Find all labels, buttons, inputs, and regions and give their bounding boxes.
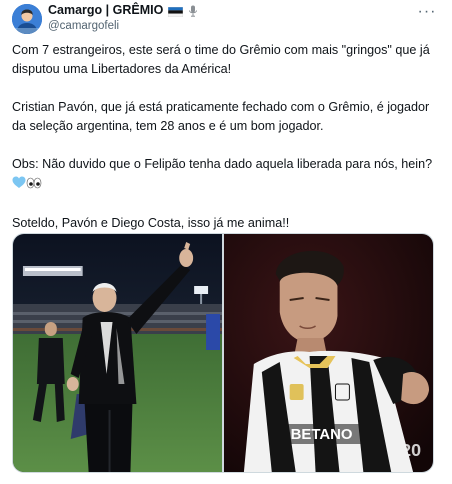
- tweet-text: Com 7 estrangeiros, este será o time do …: [12, 41, 440, 233]
- coach-photo[interactable]: [13, 234, 222, 472]
- avatar[interactable]: [12, 4, 42, 34]
- player-photo[interactable]: BETANO 20: [224, 234, 433, 472]
- tweet-card: Camargo | GRÊMIO @camargofeli ··· Com 7 …: [0, 0, 452, 484]
- tweet-header: Camargo | GRÊMIO @camargofeli: [48, 3, 412, 34]
- author-handle[interactable]: @camargofeli: [48, 19, 412, 34]
- jersey-sponsor-text: BETANO: [291, 426, 353, 443]
- tweet-paragraph-3: Obs: Não duvido que o Felipão tenha dado…: [12, 157, 433, 171]
- light-blue-heart-icon: [12, 176, 26, 195]
- eyes-icon: [26, 176, 42, 195]
- tweet-paragraph-3-wrap: Obs: Não duvido que o Felipão tenha dado…: [12, 155, 440, 195]
- flag-icon: [168, 6, 184, 17]
- tweet-paragraph-2: Cristian Pavón, que já está praticamente…: [12, 100, 433, 133]
- media-grid: BETANO 20: [12, 233, 434, 473]
- microphone-icon: [188, 5, 198, 17]
- avatar-image: [12, 4, 42, 34]
- jersey-number: 20: [401, 440, 421, 460]
- tweet-paragraph-4: Soteldo, Pavón e Diego Costa, isso já me…: [12, 216, 290, 230]
- tweet-paragraph-1: Com 7 estrangeiros, este será o time do …: [12, 43, 434, 76]
- more-options-icon[interactable]: ···: [416, 3, 438, 20]
- author-name[interactable]: Camargo | GRÊMIO: [48, 3, 163, 18]
